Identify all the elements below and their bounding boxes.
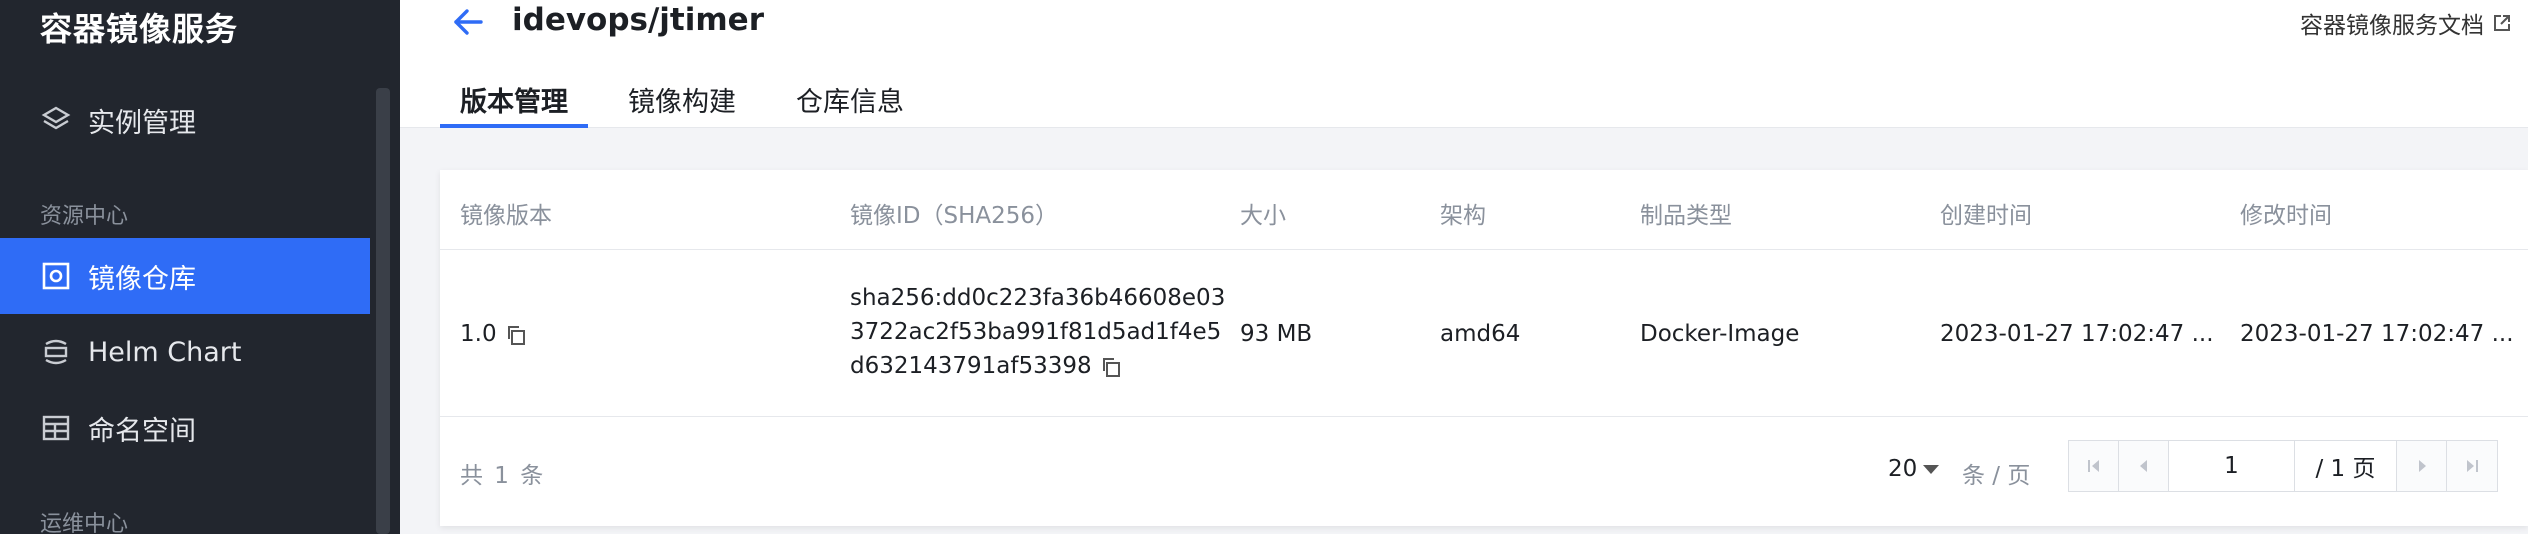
copy-icon[interactable] <box>505 324 527 346</box>
arch-value: amd64 <box>1440 321 1521 347</box>
caret-down-icon <box>1923 464 1940 474</box>
tab-version-management[interactable]: 版本管理 <box>440 76 588 128</box>
tab-image-build[interactable]: 镜像构建 <box>608 76 756 128</box>
repository-icon <box>40 260 72 292</box>
sidebar-item-label: Helm Chart <box>88 336 242 368</box>
total-pages: / 1 页 <box>2295 441 2397 491</box>
pagination: 1 / 1 页 <box>2068 440 2498 492</box>
version-value: 1.0 <box>460 321 497 347</box>
sidebar: 容器镜像服务 实例管理 资源中心 镜像仓库 Helm Chart 命名空间 运维… <box>0 0 400 534</box>
sidebar-item-namespace[interactable]: 命名空间 <box>0 390 370 466</box>
copy-icon[interactable] <box>1100 356 1122 378</box>
next-page-icon <box>2418 460 2426 472</box>
sidebar-item-image-repository[interactable]: 镜像仓库 <box>0 238 370 314</box>
table-row: 1.0 sha256:dd0c223fa36b46608e033722ac2f5… <box>440 251 2528 417</box>
first-page-button[interactable] <box>2069 441 2119 491</box>
last-page-button[interactable] <box>2447 441 2497 491</box>
sidebar-title: 容器镜像服务 <box>40 10 239 48</box>
column-header-image-id: 镜像ID（SHA256） <box>850 203 1059 229</box>
app-root: 容器镜像服务 实例管理 资源中心 镜像仓库 Helm Chart 命名空间 运维… <box>0 0 2528 534</box>
table-header: 镜像版本 镜像ID（SHA256） 大小 架构 制品类型 创建时间 修改时间 <box>440 170 2528 250</box>
table-footer: 共 1 条 20 条 / 页 1 / 1 页 <box>440 418 2528 526</box>
artifact-type-value: Docker-Image <box>1640 321 1800 347</box>
sidebar-item-label: 实例管理 <box>88 107 196 139</box>
column-header-artifact-type: 制品类型 <box>1640 203 1732 229</box>
sidebar-item-helm-chart[interactable]: Helm Chart <box>0 314 370 390</box>
column-header-size: 大小 <box>1240 203 1286 229</box>
tab-repository-info[interactable]: 仓库信息 <box>776 76 924 128</box>
versions-panel: 镜像版本 镜像ID（SHA256） 大小 架构 制品类型 创建时间 修改时间 1… <box>440 170 2528 526</box>
helm-icon <box>40 336 72 368</box>
docs-link[interactable]: 容器镜像服务文档 <box>2300 6 2512 40</box>
sidebar-section-ops-center: 运维中心 <box>40 512 129 534</box>
version-cell: 1.0 <box>460 317 527 351</box>
tab-bar: 版本管理 镜像构建 仓库信息 <box>440 76 924 128</box>
namespace-icon <box>40 412 72 444</box>
page-number-input[interactable]: 1 <box>2169 441 2295 491</box>
main-content: idevops/jtimer 容器镜像服务文档 版本管理 镜像构建 仓库信息 镜… <box>400 0 2528 534</box>
external-link-icon <box>2494 15 2510 31</box>
docs-link-label: 容器镜像服务文档 <box>2300 13 2484 39</box>
sidebar-item-label: 镜像仓库 <box>88 263 196 295</box>
back-arrow-icon[interactable] <box>448 2 488 42</box>
page-size-select[interactable]: 20 <box>1888 456 1940 482</box>
sidebar-scrollbar[interactable] <box>376 88 390 534</box>
image-id-cell: sha256:dd0c223fa36b46608e033722ac2f53ba9… <box>850 281 1230 383</box>
page-title: idevops/jtimer <box>512 2 764 38</box>
sidebar-section-resource-center: 资源中心 <box>40 204 129 229</box>
prev-page-icon <box>2139 460 2147 472</box>
total-count: 共 1 条 <box>460 463 546 489</box>
page-header: idevops/jtimer 容器镜像服务文档 版本管理 镜像构建 仓库信息 <box>400 0 2528 128</box>
prev-page-button[interactable] <box>2119 441 2169 491</box>
size-value: 93 MB <box>1240 321 1313 347</box>
sidebar-item-instance-management[interactable]: 实例管理 <box>0 82 370 158</box>
created-time-value: 2023-01-27 17:02:47 ... <box>1940 321 2214 347</box>
layers-icon <box>40 104 72 136</box>
image-sha-value: sha256:dd0c223fa36b46608e033722ac2f53ba9… <box>850 285 1226 379</box>
first-page-icon <box>2087 460 2099 472</box>
column-header-version: 镜像版本 <box>460 203 552 229</box>
modified-time-value: 2023-01-27 17:02:47 ... <box>2240 321 2514 347</box>
last-page-icon <box>2467 460 2478 472</box>
sidebar-item-label: 命名空间 <box>88 415 196 447</box>
column-header-modified-time: 修改时间 <box>2240 203 2332 229</box>
column-header-created-time: 创建时间 <box>1940 203 2032 229</box>
per-page-label: 条 / 页 <box>1962 463 2031 489</box>
page-size-value: 20 <box>1888 456 1918 482</box>
column-header-arch: 架构 <box>1440 203 1486 229</box>
next-page-button[interactable] <box>2397 441 2447 491</box>
